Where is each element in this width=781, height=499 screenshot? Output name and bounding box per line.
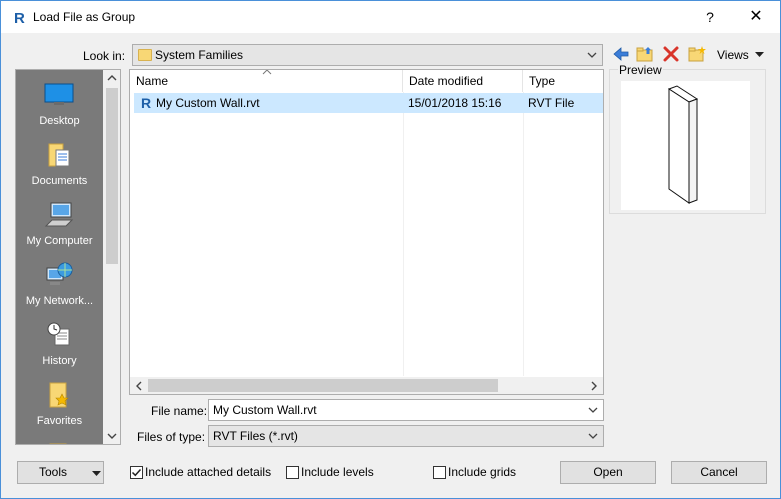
new-folder-icon[interactable] xyxy=(687,44,707,64)
views-dropdown-arrow-icon[interactable] xyxy=(755,51,764,58)
preview-label: Preview xyxy=(618,63,663,77)
place-label: My Network... xyxy=(25,295,94,307)
history-icon xyxy=(47,322,70,346)
title-bar: R Load File as Group ? ✕ xyxy=(1,1,780,33)
computer-icon xyxy=(44,202,74,227)
include-details-label[interactable]: Include attached details xyxy=(145,465,271,479)
column-header-name[interactable]: Name xyxy=(130,70,403,92)
back-arrow-icon[interactable] xyxy=(611,44,631,64)
preview-image xyxy=(621,81,750,210)
filetype-dropdown[interactable]: RVT Files (*.rvt) xyxy=(208,425,604,447)
dialog-title: Load File as Group xyxy=(33,10,136,24)
place-my-computer[interactable]: My Computer xyxy=(16,194,103,254)
chevron-down-icon xyxy=(587,52,597,58)
place-my-network[interactable]: My Network... xyxy=(16,254,103,314)
filetype-value: RVT Files (*.rvt) xyxy=(213,429,298,443)
open-button[interactable]: Open xyxy=(560,461,656,484)
documents-icon xyxy=(48,143,70,167)
folder-icon xyxy=(138,49,152,61)
place-history[interactable]: History xyxy=(16,314,103,374)
favorites-icon xyxy=(49,382,69,408)
wall-preview-icon xyxy=(667,85,699,204)
filename-value: My Custom Wall.rvt xyxy=(213,403,317,417)
chevron-down-icon xyxy=(588,433,598,439)
sort-ascending-icon xyxy=(262,70,272,75)
revit-file-icon: R xyxy=(141,95,151,110)
place-label: History xyxy=(42,355,77,367)
lookin-dropdown[interactable]: System Families xyxy=(132,44,603,66)
revit-logo-icon: R xyxy=(14,10,25,25)
checkmark-icon xyxy=(131,468,142,477)
svg-text:R: R xyxy=(141,95,151,110)
include-grids-label[interactable]: Include grids xyxy=(448,465,516,479)
network-icon xyxy=(46,262,73,285)
tools-dropdown-arrow-icon xyxy=(92,471,101,476)
tools-button[interactable]: Tools xyxy=(17,461,104,484)
filename-input[interactable]: My Custom Wall.rvt xyxy=(208,399,604,421)
place-partial xyxy=(16,434,103,444)
chevron-up-icon[interactable] xyxy=(107,74,117,82)
filetype-label: Files of type: xyxy=(137,430,206,444)
include-levels-checkbox[interactable] xyxy=(286,466,299,479)
place-favorites[interactable]: Favorites xyxy=(16,374,103,434)
column-header-date[interactable]: Date modified xyxy=(403,70,523,92)
close-button[interactable]: ✕ xyxy=(733,1,779,33)
help-button[interactable]: ? xyxy=(687,1,733,33)
file-name-cell: My Custom Wall.rvt xyxy=(156,96,260,110)
tools-label: Tools xyxy=(39,465,68,479)
folder-icon xyxy=(49,443,67,444)
include-details-checkbox[interactable] xyxy=(130,466,143,479)
lookin-value: System Families xyxy=(155,48,244,62)
places-scroll-thumb[interactable] xyxy=(106,88,118,264)
up-folder-icon[interactable] xyxy=(635,44,655,64)
file-list-hscrollbar[interactable] xyxy=(130,377,603,394)
filename-label: File name: xyxy=(151,404,208,418)
chevron-right-icon[interactable] xyxy=(590,381,598,391)
file-date-cell: 15/01/2018 15:16 xyxy=(408,96,502,110)
include-grids-checkbox[interactable] xyxy=(433,466,446,479)
delete-icon[interactable] xyxy=(661,44,681,64)
lookin-label: Look in: xyxy=(83,49,126,63)
place-label: Documents xyxy=(31,175,88,187)
chevron-left-icon[interactable] xyxy=(135,381,143,391)
column-header-type[interactable]: Type xyxy=(523,70,603,92)
chevron-down-icon[interactable] xyxy=(588,403,598,417)
file-list-scroll-thumb[interactable] xyxy=(148,379,498,392)
column-divider xyxy=(523,92,524,376)
place-label: Favorites xyxy=(36,415,83,427)
place-label: Desktop xyxy=(39,115,80,127)
column-divider xyxy=(403,92,404,376)
views-menu-label[interactable]: Views xyxy=(717,48,749,62)
file-list: Name Date modified Type R My Custom Wall… xyxy=(129,69,604,395)
include-levels-label[interactable]: Include levels xyxy=(301,465,374,479)
places-scrollbar[interactable] xyxy=(103,70,120,444)
place-label: My Computer xyxy=(26,235,93,247)
desktop-icon xyxy=(44,83,74,105)
cancel-button[interactable]: Cancel xyxy=(671,461,767,484)
svg-text:R: R xyxy=(14,10,25,25)
places-bar: Desktop Documents My Computer My Network… xyxy=(15,69,121,445)
file-type-cell: RVT File xyxy=(528,96,575,110)
place-desktop[interactable]: Desktop xyxy=(16,74,103,134)
chevron-down-icon[interactable] xyxy=(107,432,117,440)
place-documents[interactable]: Documents xyxy=(16,134,103,194)
load-file-dialog: R Load File as Group ? ✕ Look in: System… xyxy=(0,0,781,499)
